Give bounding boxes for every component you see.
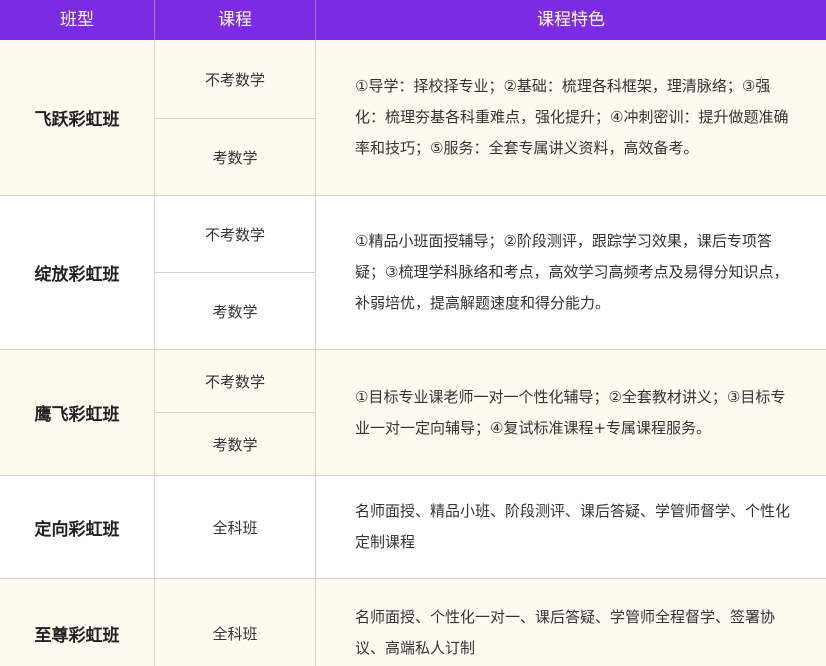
course-cell: 全科班 xyxy=(212,518,258,537)
table-row: 鹰飞彩虹班 不考数学 考数学 ①目标专业课老师一对一个性化辅导；②全套教材讲义；… xyxy=(0,350,826,475)
column-divider xyxy=(315,350,316,475)
course-cell: 不考数学 xyxy=(204,225,265,244)
feature-text: ①目标专业课老师一对一个性化辅导；②全套教材讲义；③目标专业一对一定向辅导；④复… xyxy=(355,387,786,437)
column-divider xyxy=(154,350,155,475)
course-cell: 考数学 xyxy=(212,302,258,321)
column-divider xyxy=(315,40,316,195)
course-cell: 不考数学 xyxy=(204,372,265,391)
feature-text: ①精品小班面授辅导；②阶段测评，跟踪学习效果，课后专项答疑；③梳理学科脉络和考点… xyxy=(355,232,789,312)
class-name: 至尊彩虹班 xyxy=(34,625,120,646)
class-name: 鹰飞彩虹班 xyxy=(34,405,120,425)
feature-cell: ①目标专业课老师一对一个性化辅导；②全套教材讲义；③目标专业一对一定向辅导；④复… xyxy=(355,350,797,475)
feature-text: 名师面授、精品小班、阶段测评、课后答疑、学管师督学、个性化定制课程 xyxy=(355,502,791,551)
course-table: 班型 课程 课程特色 飞跃彩虹班 不考数学 考数学 ①导学：择校择专业；②基础：… xyxy=(0,0,826,666)
column-divider xyxy=(154,196,155,349)
column-divider xyxy=(154,40,155,195)
course-cell: 考数学 xyxy=(212,435,258,454)
class-name: 绽放彩虹班 xyxy=(34,265,120,285)
feature-cell: 名师面授、精品小班、阶段测评、课后答疑、学管师督学、个性化定制课程 xyxy=(355,476,797,578)
course-cell: 不考数学 xyxy=(204,70,265,89)
header-class-type: 班型 xyxy=(60,10,94,30)
column-divider xyxy=(315,476,316,578)
class-name: 定向彩虹班 xyxy=(34,519,120,540)
column-divider xyxy=(315,196,316,349)
feature-cell: 名师面授、个性化一对一、课后答疑、学管师全程督学、签署协议、高端私人订制 xyxy=(355,579,797,666)
table-row: 绽放彩虹班 不考数学 考数学 ①精品小班面授辅导；②阶段测评，跟踪学习效果，课后… xyxy=(0,196,826,349)
class-name: 飞跃彩虹班 xyxy=(34,110,120,130)
course-cell: 全科班 xyxy=(212,624,258,643)
table-row: 飞跃彩虹班 不考数学 考数学 ①导学：择校择专业；②基础：梳理各科框架，理清脉络… xyxy=(0,40,826,195)
column-divider xyxy=(315,579,316,666)
feature-text: 名师面授、个性化一对一、课后答疑、学管师全程督学、签署协议、高端私人订制 xyxy=(355,608,776,657)
header-features: 课程特色 xyxy=(537,10,605,30)
table-header: 班型 课程 课程特色 xyxy=(0,0,826,40)
table-row: 至尊彩虹班 全科班 名师面授、个性化一对一、课后答疑、学管师全程督学、签署协议、… xyxy=(0,579,826,666)
column-divider xyxy=(154,476,155,578)
feature-text: ①导学：择校择专业；②基础：梳理各科框架，理清脉络；③强化：梳理夯基各科重难点，… xyxy=(355,77,789,157)
feature-cell: ①导学：择校择专业；②基础：梳理各科框架，理清脉络；③强化：梳理夯基各科重难点，… xyxy=(355,40,797,195)
course-cell: 考数学 xyxy=(212,148,258,167)
header-course: 课程 xyxy=(218,10,252,30)
table-row: 定向彩虹班 全科班 名师面授、精品小班、阶段测评、课后答疑、学管师督学、个性化定… xyxy=(0,476,826,578)
column-divider xyxy=(154,579,155,666)
feature-cell: ①精品小班面授辅导；②阶段测评，跟踪学习效果，课后专项答疑；③梳理学科脉络和考点… xyxy=(355,196,797,349)
